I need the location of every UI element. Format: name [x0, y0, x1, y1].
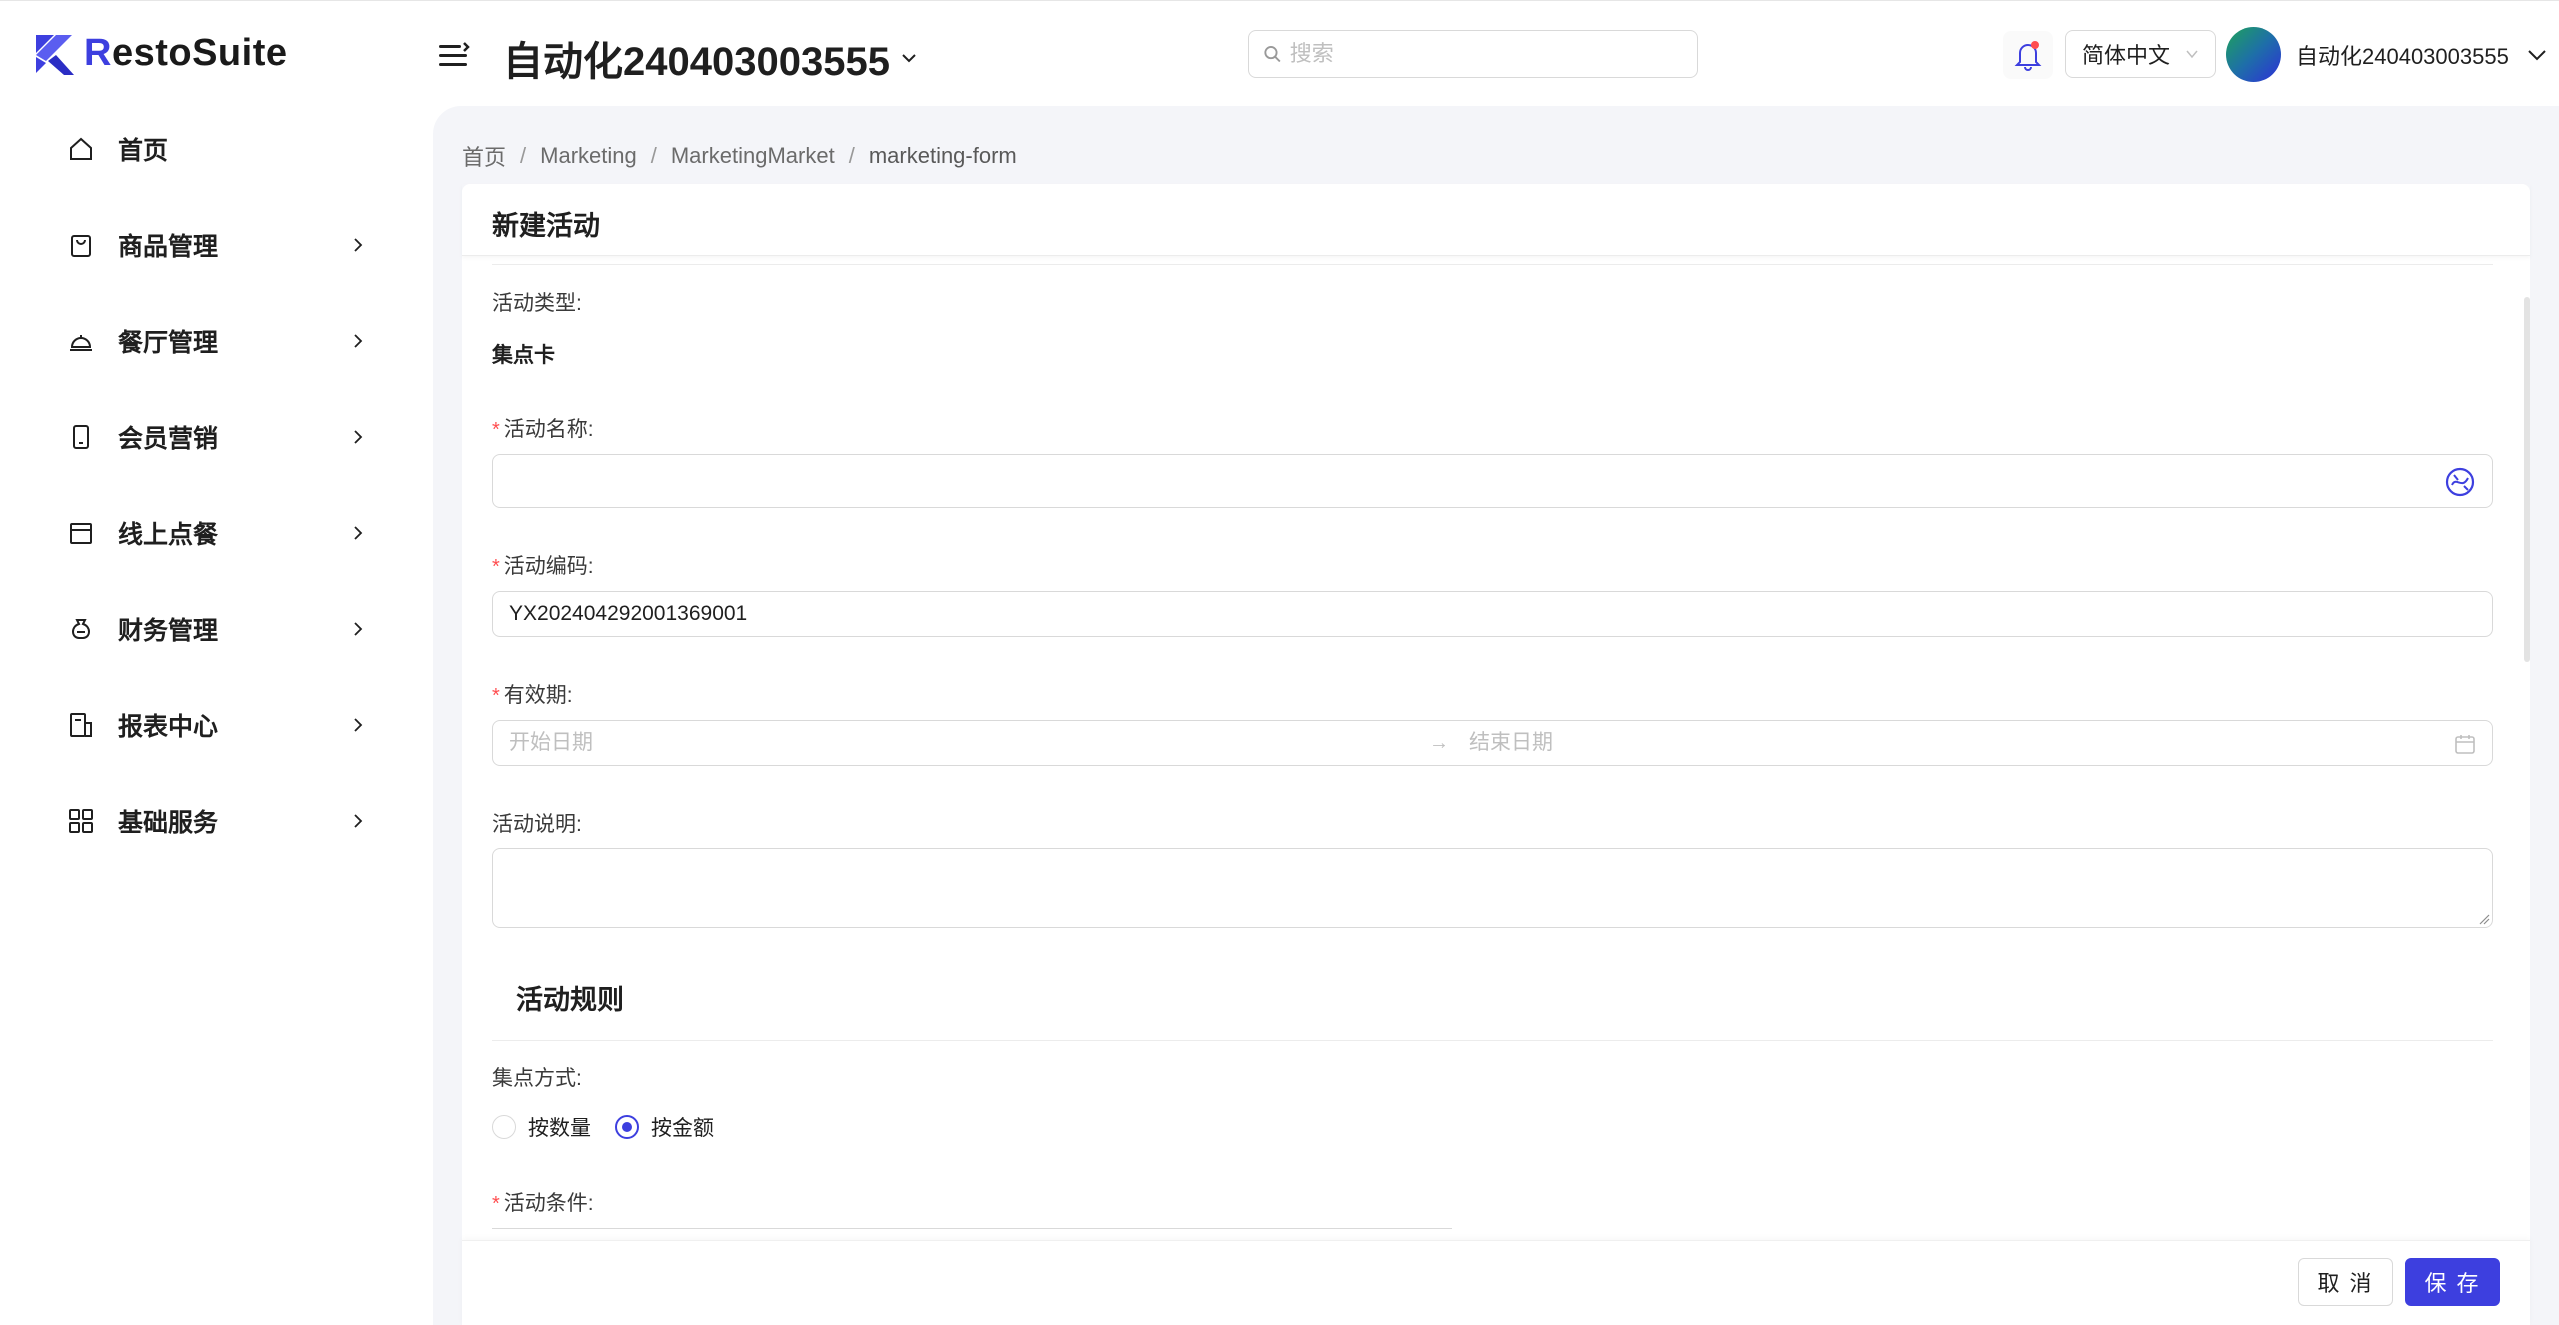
chevron-right-icon: [354, 334, 363, 348]
radio-by-quantity[interactable]: 按数量: [492, 1112, 591, 1142]
money-bag-icon: [66, 614, 96, 644]
page-title: 新建活动: [492, 211, 600, 241]
description-label: 活动说明:: [492, 813, 582, 836]
grid-icon: [66, 806, 96, 836]
home-icon: [66, 134, 96, 164]
condition-label: * 活动条件:: [492, 1192, 594, 1215]
validity-range-picker[interactable]: →: [492, 720, 2493, 766]
avatar[interactable]: [2226, 27, 2281, 82]
tenant-name: 自动化240403003555: [503, 40, 890, 84]
breadcrumb-separator: /: [848, 143, 855, 168]
chevron-right-icon: [354, 814, 363, 828]
sidebar-item-home[interactable]: 首页: [66, 119, 366, 179]
activity-code-field[interactable]: [492, 591, 2493, 637]
card-header: 新建活动: [462, 184, 2530, 256]
divider: [492, 1040, 2493, 1041]
radio-dot[interactable]: [492, 1115, 516, 1139]
translate-icon[interactable]: [2444, 466, 2476, 498]
save-button[interactable]: 保 存: [2405, 1258, 2500, 1306]
menu-toggle-icon[interactable]: [437, 41, 471, 71]
activity-type-label: 活动类型:: [492, 292, 582, 315]
bell-icon: [2014, 41, 2042, 71]
cancel-button[interactable]: 取 消: [2298, 1258, 2393, 1306]
arrow-right-icon: →: [1429, 731, 1449, 754]
sidebar-item-restaurant[interactable]: 餐厅管理: [66, 311, 366, 371]
sidebar-item-basic-services[interactable]: 基础服务: [66, 791, 366, 851]
collect-method-radio-group: 按数量 按金额: [492, 1112, 714, 1142]
sidebar-item-label: 首页: [118, 137, 169, 165]
search-input[interactable]: [1289, 41, 1683, 67]
chevron-right-icon: [354, 238, 363, 252]
sidebar-item-membership[interactable]: 会员营销: [66, 407, 366, 467]
tenant-switcher[interactable]: 自动化240403003555: [503, 29, 918, 87]
sidebar-item-label: 线上点餐: [118, 521, 219, 549]
top-bar: RestoSuite 自动化240403003555 简体中文: [0, 0, 2559, 106]
notification-button[interactable]: [2003, 31, 2053, 79]
sidebar-item-reports[interactable]: 报表中心: [66, 695, 366, 755]
description-textarea[interactable]: [493, 849, 2492, 927]
breadcrumb-marketing-market[interactable]: MarketingMarket: [671, 143, 835, 169]
radio-by-amount[interactable]: 按金额: [615, 1112, 714, 1142]
description-field[interactable]: [492, 848, 2493, 928]
activity-code-input[interactable]: [509, 602, 2476, 626]
validity-label: * 有效期:: [492, 684, 573, 707]
condition-field[interactable]: [492, 1228, 1452, 1232]
service-bell-icon: [66, 326, 96, 356]
start-date-input[interactable]: [509, 721, 1409, 765]
mobile-icon: [66, 422, 96, 452]
user-menu[interactable]: 自动化240403003555: [2296, 39, 2547, 71]
sidebar-item-label: 财务管理: [118, 617, 219, 645]
sidebar-item-label: 会员营销: [118, 425, 219, 453]
sidebar-item-products[interactable]: 商品管理: [66, 215, 366, 275]
divider: [492, 264, 2493, 265]
activity-type-value: 集点卡: [492, 344, 555, 367]
breadcrumb: 首页 / Marketing / MarketingMarket / marke…: [462, 140, 1017, 172]
language-select[interactable]: 简体中文: [2065, 30, 2216, 78]
breadcrumb-current: marketing-form: [868, 143, 1017, 168]
chevron-right-icon: [354, 430, 363, 444]
shopping-bag-icon: [66, 230, 96, 260]
chevron-down-icon: [902, 54, 916, 63]
sidebar-item-label: 餐厅管理: [118, 329, 219, 357]
chevron-down-icon: [2186, 50, 2198, 59]
form-footer: [462, 1240, 2530, 1325]
chevron-right-icon: [354, 526, 363, 540]
report-icon: [66, 710, 96, 740]
chevron-right-icon: [354, 718, 363, 732]
search-box[interactable]: [1248, 30, 1698, 78]
sidebar-item-finance[interactable]: 财务管理: [66, 599, 366, 659]
logo-mark-icon: [36, 35, 74, 75]
user-name: 自动化240403003555: [2296, 44, 2509, 69]
language-value: 简体中文: [2082, 43, 2171, 68]
activity-name-label: * 活动名称:: [492, 418, 594, 441]
radio-dot-checked[interactable]: [615, 1115, 639, 1139]
sidebar-item-label: 报表中心: [118, 713, 219, 741]
search-icon: [1264, 46, 1281, 63]
store-icon: [66, 518, 96, 548]
chevron-down-icon: [2528, 50, 2546, 61]
activity-name-field[interactable]: [492, 454, 2493, 508]
breadcrumb-separator: /: [650, 143, 657, 168]
restosuite-logo[interactable]: RestoSuite: [34, 31, 288, 75]
activity-name-input[interactable]: [493, 455, 2492, 507]
sidebar-item-label: 商品管理: [118, 233, 219, 261]
breadcrumb-separator: /: [520, 143, 527, 168]
collect-method-label: 集点方式:: [492, 1067, 582, 1090]
logo-text: RestoSuite: [84, 31, 288, 74]
end-date-input[interactable]: [1469, 721, 2369, 765]
breadcrumb-home[interactable]: 首页: [462, 140, 506, 172]
rules-section-title: 活动规则: [516, 985, 624, 1015]
activity-code-label: * 活动编码:: [492, 555, 594, 578]
sidebar-item-online-order[interactable]: 线上点餐: [66, 503, 366, 563]
calendar-icon: [2455, 735, 2475, 754]
breadcrumb-marketing[interactable]: Marketing: [540, 143, 637, 169]
sidebar-item-label: 基础服务: [118, 809, 219, 837]
scrollbar[interactable]: [2524, 297, 2530, 662]
chevron-right-icon: [354, 622, 363, 636]
resize-handle-icon[interactable]: [2478, 913, 2490, 925]
